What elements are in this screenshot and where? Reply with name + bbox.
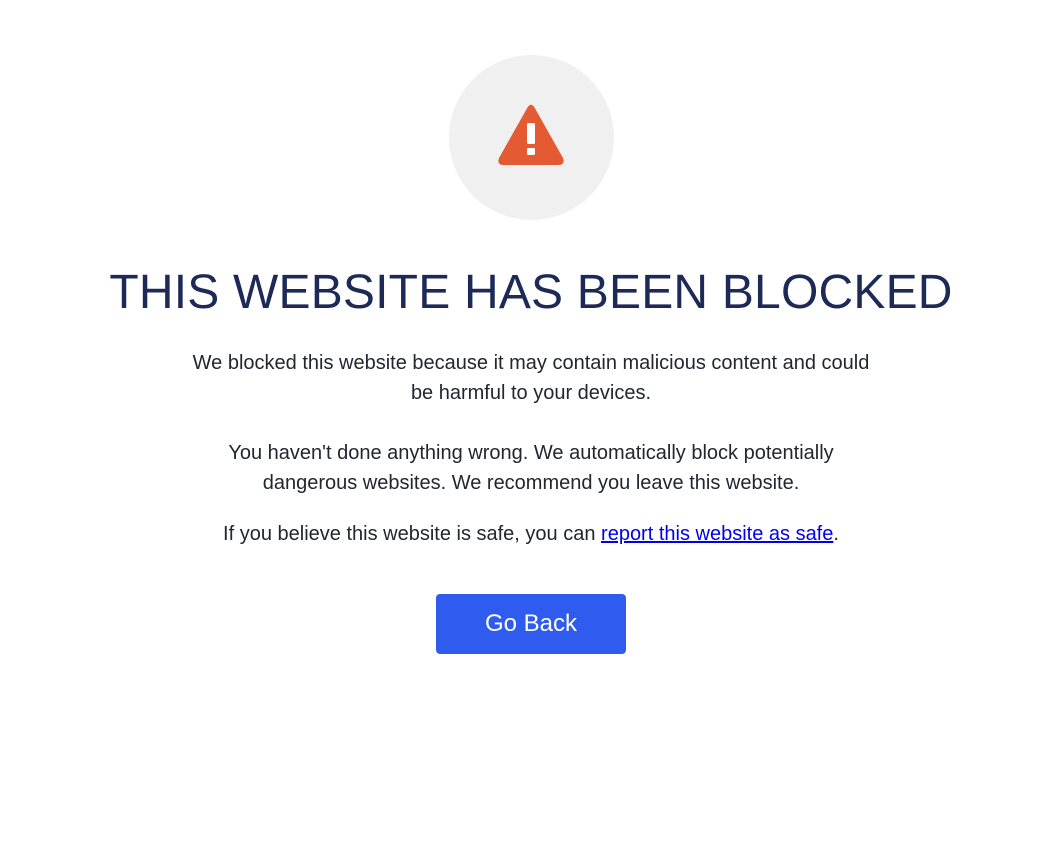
- report-safe-suffix: .: [833, 523, 839, 545]
- report-safe-text: If you believe this website is safe, you…: [181, 519, 881, 549]
- blocked-page: THIS WEBSITE HAS BEEN BLOCKED We blocked…: [0, 0, 1042, 844]
- reassurance-text: You haven't done anything wrong. We auto…: [228, 442, 834, 494]
- report-safe-link[interactable]: report this website as safe: [601, 523, 833, 545]
- blocked-reason-text: We blocked this website because it may c…: [192, 352, 870, 404]
- warning-triangle-icon: [498, 104, 564, 165]
- report-safe-prefix: If you believe this website is safe, you…: [223, 523, 602, 545]
- page-title: THIS WEBSITE HAS BEEN BLOCKED: [109, 266, 953, 319]
- warning-icon-container: [449, 55, 614, 220]
- go-back-button[interactable]: Go Back: [436, 594, 626, 654]
